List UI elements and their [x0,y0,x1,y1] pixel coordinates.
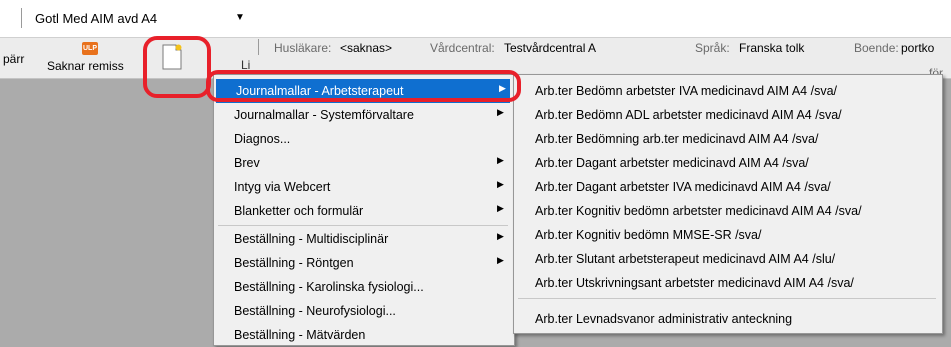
submenu-item-label: Arb.ter Kognitiv bedömn MMSE-SR /sva/ [535,228,762,242]
highlight-ring-menu-item [206,70,521,102]
top-bar: Gotl Med AIM avd A4 ▼ [0,0,951,37]
top-bar-divider [21,8,22,28]
submenu-item-label: Arb.ter Kognitiv bedömn arbetster medici… [535,204,862,218]
submenu-item-label: Arb.ter Dagant arbetster medicinavd AIM … [535,156,809,170]
submenu-item[interactable]: Arb.ter Bedömn ADL arbetster medicinavd … [514,103,940,127]
menu-item[interactable]: Blanketter och formulär ▶ [214,199,512,223]
menu-item-label: Beställning - Karolinska fysiologi... [234,280,424,294]
menu-item[interactable]: Beställning - Neurofysiologi... [214,299,512,323]
missing-referral-button[interactable]: Saknar remiss [47,59,124,73]
menu-item-label: Beställning - Multidisciplinär [234,232,389,246]
menu-item-label: Diagnos... [234,132,291,146]
unit-selector[interactable]: Gotl Med AIM avd A4 ▼ [35,8,265,28]
chevron-right-icon: ▶ [497,231,504,241]
submenu-item-label: Arb.ter Bedömning arb.ter medicinavd AIM… [535,132,819,146]
physician-label: Husläkare: [274,41,332,55]
submenu-item[interactable]: Arb.ter Kognitiv bedömn arbetster medici… [514,199,940,223]
chevron-right-icon: ▶ [497,255,504,265]
submenu-item-label: Arb.ter Levnadsvanor administrativ antec… [535,312,793,326]
submenu-item[interactable]: Arb.ter Bedömning arb.ter medicinavd AIM… [514,127,940,151]
housing-label: Boende: [854,41,899,55]
center-label: Vårdcentral: [430,41,495,55]
language-value: Franska tolk [739,41,805,55]
housing-value: portko [901,41,935,55]
submenu-item[interactable]: Arb.ter Bedömn arbetster IVA medicinavd … [514,79,940,103]
submenu-item-label: Arb.ter Dagant arbetster IVA medicinavd … [535,180,831,194]
menu-item-label: Brev [234,156,260,170]
caret-down-icon[interactable]: ▼ [235,12,245,23]
highlight-ring-new-document [143,36,211,98]
submenu-item[interactable]: Arb.ter Levnadsvanor administrativ antec… [514,307,940,331]
menu-item[interactable]: Beställning - Röntgen ▶ [214,251,512,275]
context-menu: Journalmallar - Arbetsterapeut ▶ Journalma… [213,74,515,346]
menu-item[interactable]: Beställning - Mätvärden [214,323,512,347]
menu-item-label: Beställning - Mätvärden [234,328,366,342]
menu-item[interactable]: Journalmallar - Systemförvaltare ▶ [214,103,512,127]
menu-item[interactable]: Beställning - Multidisciplinär ▶ [214,227,512,251]
unit-selector-value: Gotl Med AIM avd A4 [35,11,158,26]
info-divider [258,39,259,55]
chevron-right-icon: ▶ [497,203,504,213]
submenu-separator [518,298,936,299]
submenu-item[interactable]: Arb.ter Dagant arbetster IVA medicinavd … [514,175,940,199]
ulp-icon[interactable]: ULP [82,42,98,55]
menu-item-label: Beställning - Neurofysiologi... [234,304,396,318]
chevron-right-icon: ▶ [497,155,504,165]
menu-item-label: Intyg via Webcert [234,180,331,194]
submenu-item[interactable]: Arb.ter Slutant arbetsterapeut medicinav… [514,247,940,271]
toolbar-partial-label[interactable]: pärr [3,52,24,66]
submenu-item-label: Arb.ter Bedömn ADL arbetster medicinavd … [535,108,842,122]
journal-template-submenu: Arb.ter Bedömn arbetster IVA medicinavd … [513,74,943,334]
submenu-item-label: Arb.ter Bedömn arbetster IVA medicinavd … [535,84,837,98]
menu-item-label: Beställning - Röntgen [234,256,354,270]
menu-item-label: Journalmallar - Systemförvaltare [234,108,414,122]
center-value: Testvårdcentral A [504,41,597,55]
submenu-item[interactable]: Arb.ter Utskrivningsant arbetster medici… [514,271,940,295]
menu-item[interactable]: Brev ▶ [214,151,512,175]
menu-item[interactable]: Intyg via Webcert ▶ [214,175,512,199]
submenu-item[interactable]: Arb.ter Kognitiv bedömn MMSE-SR /sva/ [514,223,940,247]
submenu-item[interactable]: Arb.ter Dagant arbetster medicinavd AIM … [514,151,940,175]
language-label: Språk: [695,41,730,55]
chevron-right-icon: ▶ [497,179,504,189]
patient-info-bar: Husläkare: <saknas> Vårdcentral: Testvår… [258,37,951,57]
chevron-right-icon: ▶ [497,107,504,117]
submenu-item-label: Arb.ter Utskrivningsant arbetster medici… [535,276,854,290]
menu-separator [218,225,508,226]
menu-item[interactable]: Diagnos... [214,127,512,151]
menu-item-label: Blanketter och formulär [234,204,364,218]
submenu-item-label: Arb.ter Slutant arbetsterapeut medicinav… [535,252,836,266]
physician-value: <saknas> [340,41,393,55]
menu-item[interactable]: Beställning - Karolinska fysiologi... [214,275,512,299]
